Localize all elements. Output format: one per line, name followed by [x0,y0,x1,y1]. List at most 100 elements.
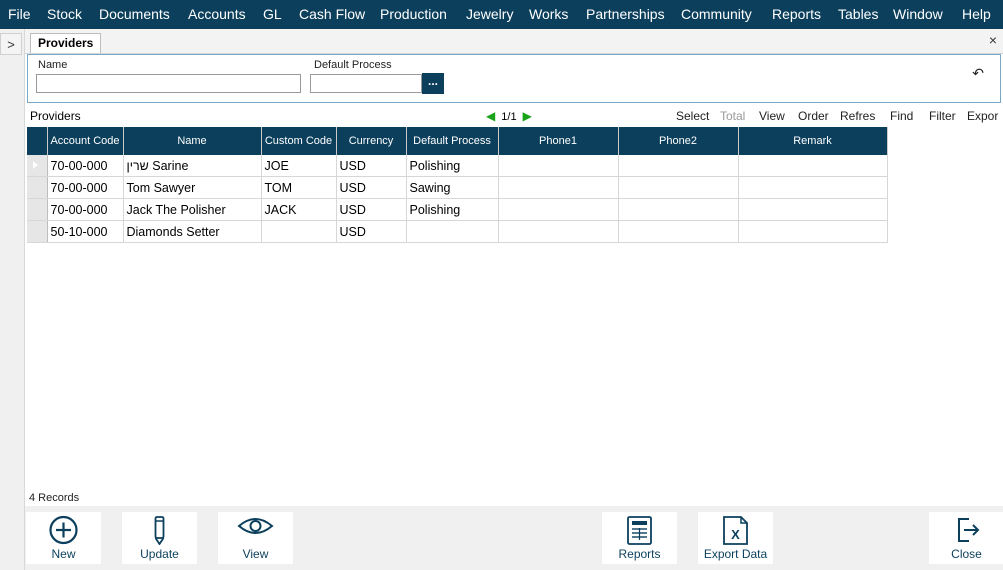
cell-remark[interactable] [738,176,888,199]
cell-remark[interactable] [738,198,888,221]
page-indicator: 1/1 [501,111,517,123]
view-button[interactable]: View [218,512,293,564]
cell-currency[interactable]: USD [336,220,407,243]
menu-community[interactable]: Community [681,0,752,29]
cell-name[interactable]: Tom Sawyer [123,176,262,199]
default-process-input[interactable] [310,74,422,93]
menu-partnerships[interactable]: Partnerships [586,0,665,29]
menu-file[interactable]: File [8,0,31,29]
grid-title: Providers [30,109,81,123]
menu-stock[interactable]: Stock [47,0,82,29]
cell-phone1[interactable] [498,220,619,243]
next-page-icon[interactable]: ▶ [523,109,532,123]
reset-filters-icon[interactable]: ↶ [972,65,984,82]
column-header-name[interactable]: Name [123,127,262,155]
exit-icon [958,518,980,542]
menu-documents[interactable]: Documents [99,0,170,29]
svg-text:X: X [731,527,740,542]
close-button[interactable]: Close [929,512,1003,564]
total-link[interactable]: Total [720,109,745,123]
cell-default-process[interactable] [406,220,499,243]
new-button[interactable]: New [26,512,101,564]
table-row[interactable]: 50-10-000 Diamonds Setter USD [27,220,888,243]
cell-custom-code[interactable]: TOM [261,176,337,199]
export-data-button[interactable]: X Export Data [698,512,773,564]
cell-account-code[interactable]: 70-00-000 [47,155,124,177]
document-tab-bar: Providers × [25,29,1003,54]
cell-currency[interactable]: USD [336,176,407,199]
cell-account-code[interactable]: 70-00-000 [47,176,124,199]
name-input[interactable] [36,74,301,93]
pencil-icon [154,516,165,545]
cell-account-code[interactable]: 70-00-000 [47,198,124,221]
column-header-currency[interactable]: Currency [336,127,407,155]
row-selector[interactable] [27,220,48,243]
cell-phone2[interactable] [618,198,739,221]
column-header-phone2[interactable]: Phone2 [618,127,739,155]
view-link[interactable]: View [759,109,785,123]
previous-page-icon[interactable]: ◀ [486,109,495,123]
cell-phone1[interactable] [498,198,619,221]
row-selector[interactable] [27,176,48,199]
row-selector[interactable] [27,198,48,221]
cell-phone1[interactable] [498,176,619,199]
menu-window[interactable]: Window [893,0,943,29]
cell-default-process[interactable]: Polishing [406,198,499,221]
export-data-button-label: Export Data [703,547,768,561]
menu-accounts[interactable]: Accounts [188,0,246,29]
column-header-custom-code[interactable]: Custom Code [261,127,337,155]
tab-providers[interactable]: Providers [30,33,102,53]
cell-phone1[interactable] [498,155,619,177]
update-button[interactable]: Update [122,512,197,564]
export-link[interactable]: Expor [967,109,998,123]
column-header-account-code[interactable]: Account Code [47,127,124,155]
cell-phone2[interactable] [618,155,739,177]
menu-jewelry[interactable]: Jewelry [466,0,513,29]
filter-link[interactable]: Filter [929,109,956,123]
report-icon [627,516,652,545]
cell-name[interactable]: שרין Sarine [123,155,262,177]
cell-phone2[interactable] [618,176,739,199]
cell-remark[interactable] [738,220,888,243]
close-tab-icon[interactable]: × [989,32,997,48]
update-button-label: Update [140,547,179,561]
table-row[interactable]: 70-00-000 Tom Sawyer TOM USD Sawing [27,176,888,199]
providers-table: Account Code Name Custom Code Currency D… [27,127,888,243]
column-header-default-process[interactable]: Default Process [406,127,499,155]
cell-currency[interactable]: USD [336,155,407,177]
reports-button[interactable]: Reports [602,512,677,564]
find-link[interactable]: Find [890,109,913,123]
cell-name[interactable]: Jack The Polisher [123,198,262,221]
select-link[interactable]: Select [676,109,709,123]
table-row[interactable]: 70-00-000 שרין Sarine JOE USD Polishing [27,155,888,177]
refresh-link[interactable]: Refres [840,109,875,123]
default-process-lookup-button[interactable]: ... [422,73,444,94]
column-header-remark[interactable]: Remark [738,127,888,155]
row-selector[interactable] [27,155,48,177]
menu-gl[interactable]: GL [263,0,282,29]
cell-custom-code[interactable]: JACK [261,198,337,221]
cell-phone2[interactable] [618,220,739,243]
menu-reports[interactable]: Reports [772,0,821,29]
order-link[interactable]: Order [798,109,829,123]
menu-help[interactable]: Help [962,0,991,29]
cell-default-process[interactable]: Sawing [406,176,499,199]
cell-account-code[interactable]: 50-10-000 [47,220,124,243]
excel-icon: X [723,516,748,545]
menu-works[interactable]: Works [529,0,568,29]
name-label: Name [38,59,68,71]
menu-tables[interactable]: Tables [838,0,878,29]
cell-currency[interactable]: USD [336,198,407,221]
cell-name[interactable]: Diamonds Setter [123,220,262,243]
current-row-pointer-icon [33,161,38,169]
left-side-panel [0,29,25,570]
menu-cash-flow[interactable]: Cash Flow [299,0,365,29]
table-row[interactable]: 70-00-000 Jack The Polisher JACK USD Pol… [27,198,888,221]
cell-custom-code[interactable] [261,220,337,243]
cell-remark[interactable] [738,155,888,177]
column-header-phone1[interactable]: Phone1 [498,127,619,155]
cell-default-process[interactable]: Polishing [406,155,499,177]
expand-panel-button[interactable]: > [0,33,22,55]
menu-production[interactable]: Production [380,0,447,29]
cell-custom-code[interactable]: JOE [261,155,337,177]
